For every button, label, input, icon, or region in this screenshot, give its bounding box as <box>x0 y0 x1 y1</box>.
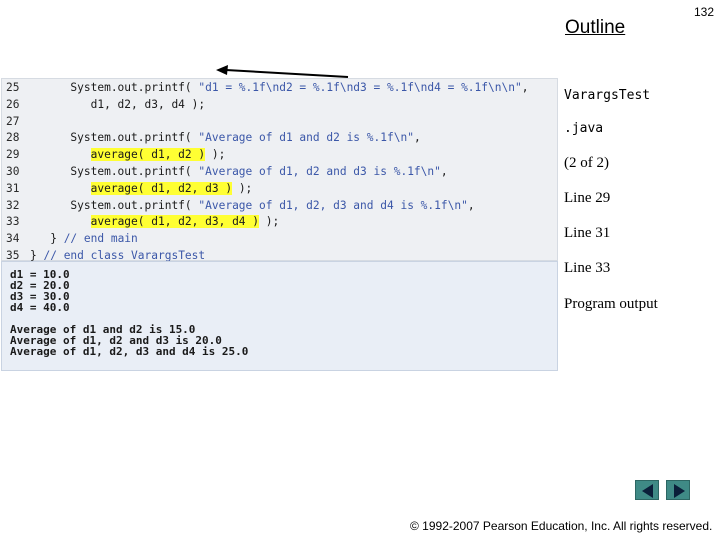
code-text: , <box>440 165 448 178</box>
page-indicator: (2 of 2) <box>564 155 609 171</box>
sidebar-link-line-33[interactable]: Line 33 <box>564 260 610 277</box>
sidebar-link-line-29[interactable]: Line 29 <box>564 190 610 207</box>
line-number: 25 <box>6 81 20 94</box>
code-text: ); <box>259 215 280 229</box>
triangle-left-icon <box>642 484 653 498</box>
code-line-32: 32 System.out.printf( "Average of d1, d2… <box>2 197 475 214</box>
next-slide-button[interactable] <box>666 480 690 500</box>
sidebar-link-program-output[interactable]: Program output <box>564 296 658 313</box>
string-literal: "d1 = %.1f\nd2 = %.1f\nd3 = %.1f\nd4 = %… <box>198 81 522 94</box>
line-number: 29 <box>6 148 20 162</box>
highlighted-code: average( d1, d2, d3, d4 ) <box>90 215 260 229</box>
code-text: System.out.printf( <box>30 198 199 212</box>
code-line-27: 27 <box>2 113 30 130</box>
code-line-30: 30 System.out.printf( "Average of d1, d2… <box>2 163 448 180</box>
code-text: ); <box>205 148 226 162</box>
line-number: 32 <box>6 198 20 212</box>
line-number: 34 <box>6 232 20 246</box>
code-line-29: 29 average( d1, d2 ) ); <box>2 146 225 163</box>
code-comment: // end main <box>63 232 138 246</box>
code-text: System.out.printf( <box>30 81 199 94</box>
code-text: ); <box>232 181 253 195</box>
code-text: System.out.printf( <box>30 165 199 178</box>
output-line: d4 = 40.0 <box>10 301 70 314</box>
copyright-notice: © 1992-2007 Pearson Education, Inc. All … <box>410 519 713 533</box>
string-literal: "Average of d1, d2, d3 and d4 is %.1f\n" <box>198 198 468 212</box>
previous-slide-button[interactable] <box>635 480 659 500</box>
code-line-31: 31 average( d1, d2, d3 ) ); <box>2 180 252 197</box>
line-number: 31 <box>6 181 20 195</box>
code-line-26: 26 d1, d2, d3, d4 ); <box>2 96 205 113</box>
code-panel: 25 System.out.printf( "d1 = %.1f\nd2 = %… <box>1 78 558 262</box>
code-line-34: 34 } // end main <box>2 230 138 247</box>
string-literal: "Average of d1, d2 and d3 is %.1f\n" <box>198 165 441 178</box>
file-extension-java: .java <box>564 121 604 136</box>
code-line-28: 28 System.out.printf( "Average of d1 and… <box>2 129 421 146</box>
code-text: , <box>521 81 529 94</box>
code-line-25: 25 System.out.printf( "d1 = %.1f\nd2 = %… <box>2 79 528 96</box>
line-number: 26 <box>6 97 20 111</box>
line-number: 33 <box>6 215 20 229</box>
string-literal: "Average of d1 and d2 is %.1f\n" <box>198 131 414 145</box>
code-text: d1, d2, d3, d4 ); <box>30 97 206 111</box>
sidebar-link-line-31[interactable]: Line 31 <box>564 225 610 242</box>
line-number: 28 <box>6 131 20 145</box>
code-text: , <box>413 131 421 145</box>
code-text: System.out.printf( <box>30 131 199 145</box>
program-output-panel: d1 = 10.0 d2 = 20.0 d3 = 30.0 d4 = 40.0 Aver… <box>1 261 558 371</box>
output-line: Average of d1, d2, d3 and d4 is 25.0 <box>10 345 249 358</box>
code-text: } <box>30 232 64 246</box>
code-text: , <box>467 198 475 212</box>
file-name-varargstest: VarargsTest <box>564 88 651 103</box>
code-line-33: 33 average( d1, d2, d3, d4 ) ); <box>2 213 279 230</box>
line-number: 27 <box>6 114 20 128</box>
highlighted-code: average( d1, d2, d3 ) <box>90 181 233 195</box>
line-number: 30 <box>6 165 20 178</box>
highlighted-code: average( d1, d2 ) <box>90 148 206 162</box>
triangle-right-icon <box>674 484 685 498</box>
